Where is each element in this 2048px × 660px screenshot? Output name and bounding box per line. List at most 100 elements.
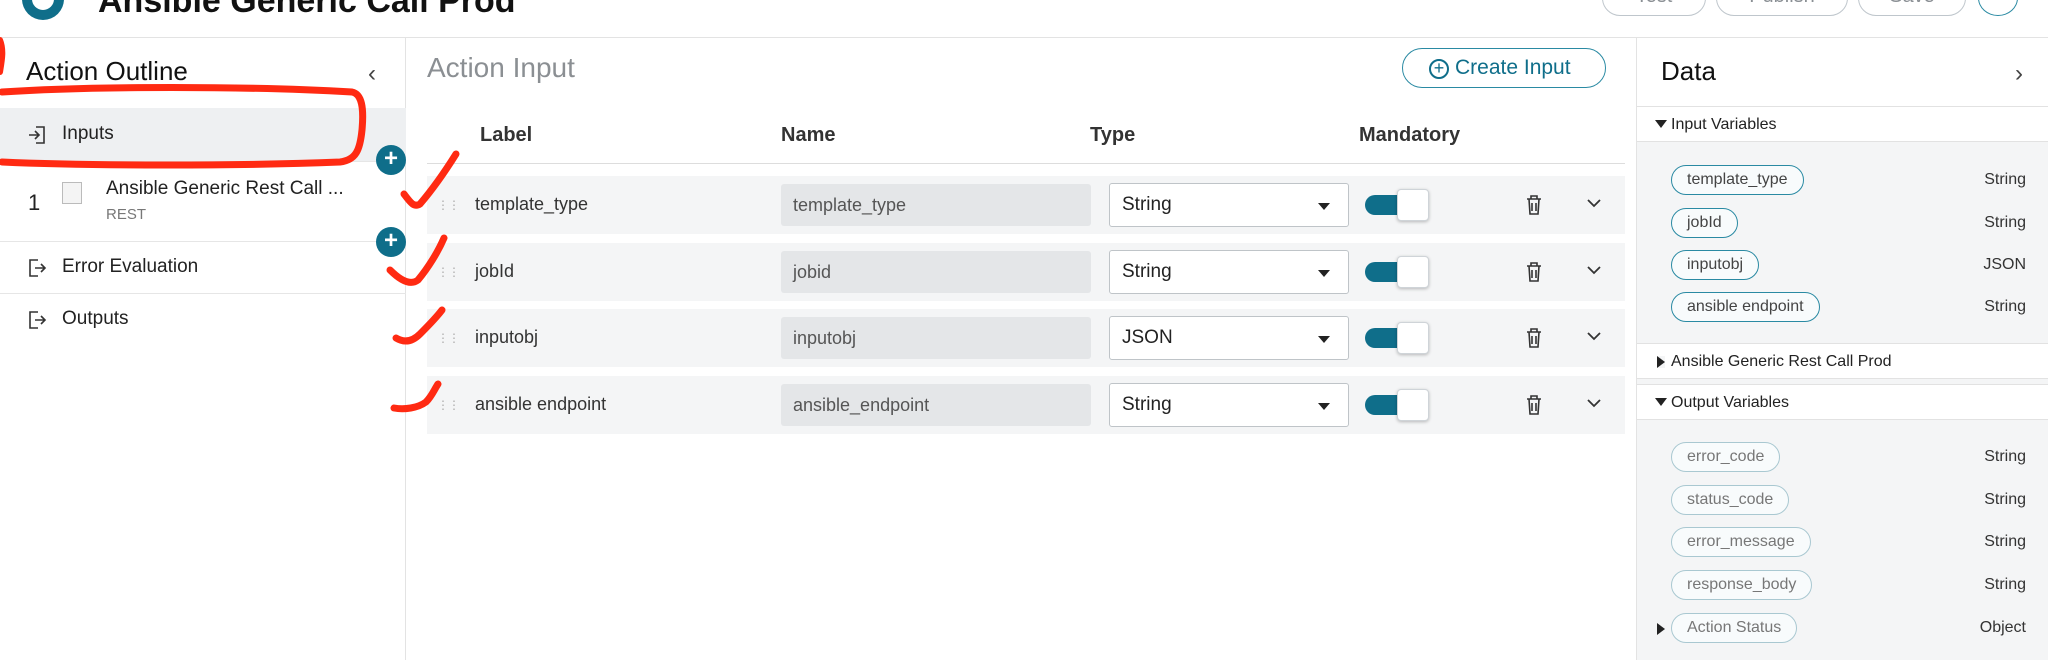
collapse-left-icon[interactable]: ‹: [368, 60, 376, 88]
data-panel-header: Data ›: [1637, 38, 2048, 106]
step-variables-section[interactable]: Ansible Generic Rest Call Prod: [1637, 343, 2048, 379]
row-label: ansible endpoint: [475, 394, 607, 414]
column-header-label: Label: [480, 124, 533, 146]
caret-down-icon: [1318, 203, 1330, 210]
outline-item-error-evaluation[interactable]: Error Evaluation: [0, 242, 406, 294]
variable-chip[interactable]: jobId: [1671, 208, 1738, 238]
caret-right-icon: [1657, 356, 1665, 368]
type-select[interactable]: String: [1109, 383, 1349, 427]
table-row: ⋮⋮ inputobj inputobj JSON: [427, 309, 1625, 367]
caret-down-icon: [1318, 270, 1330, 277]
add-step-button[interactable]: +: [376, 145, 406, 175]
table-row: ⋮⋮ template_type template_type String: [427, 176, 1625, 234]
drag-handle-icon[interactable]: ⋮⋮: [437, 265, 460, 279]
user-avatar[interactable]: [1978, 0, 2018, 16]
type-select[interactable]: String: [1109, 183, 1349, 227]
step-number: 1: [28, 190, 41, 215]
caret-down-icon: [1655, 398, 1667, 406]
create-input-button[interactable]: + Create Input: [1402, 48, 1606, 88]
chevron-down-icon[interactable]: [1587, 398, 1601, 408]
step-image-icon: [62, 182, 82, 204]
table-row: ⋮⋮ ansible endpoint ansible_endpoint Str…: [427, 376, 1625, 434]
section-label: Ansible Generic Rest Call Prod: [1671, 353, 1892, 370]
page-title: Ansible Generic Call Prod: [98, 0, 516, 20]
step-name: Ansible Generic Rest Call ...: [106, 178, 344, 199]
variable-chip[interactable]: template_type: [1671, 165, 1804, 195]
variable-type: String: [1984, 214, 2026, 231]
panel-title: Action Outline: [26, 56, 188, 86]
section-label: Output Variables: [1671, 394, 1789, 411]
variable-chip[interactable]: Action Status: [1671, 613, 1798, 643]
chevron-down-icon[interactable]: [1587, 198, 1601, 208]
create-input-label: Create Input: [1455, 56, 1571, 79]
outline-item-label: Error Evaluation: [62, 256, 199, 277]
outline-item-inputs[interactable]: Inputs: [0, 108, 406, 162]
chevron-down-icon[interactable]: [1587, 331, 1601, 341]
input-variables-section[interactable]: Input Variables: [1637, 106, 2048, 142]
type-select[interactable]: JSON: [1109, 316, 1349, 360]
caret-down-icon: [1655, 120, 1667, 128]
outline-item-step[interactable]: 1 Ansible Generic Rest Call ... REST: [0, 162, 406, 242]
logout-icon: [29, 259, 47, 277]
publish-button[interactable]: Publish: [1716, 0, 1848, 16]
collapse-right-icon[interactable]: ›: [2015, 60, 2023, 88]
trash-icon[interactable]: [1525, 261, 1543, 283]
mandatory-toggle[interactable]: [1365, 189, 1429, 221]
mandatory-toggle[interactable]: [1365, 389, 1429, 421]
type-value: String: [1122, 261, 1172, 282]
drag-handle-icon[interactable]: ⋮⋮: [437, 398, 460, 412]
caret-down-icon: [1318, 336, 1330, 343]
variable-type: String: [1984, 491, 2026, 508]
type-value: JSON: [1122, 327, 1173, 348]
data-panel: Data › Input Variables template_type Str…: [1636, 38, 2048, 660]
variable-chip[interactable]: inputobj: [1671, 250, 1760, 280]
add-step-button[interactable]: +: [376, 227, 406, 257]
mandatory-toggle[interactable]: [1365, 322, 1429, 354]
column-header-name: Name: [781, 124, 836, 146]
trash-icon[interactable]: [1525, 327, 1543, 349]
chevron-down-icon[interactable]: [1587, 265, 1601, 275]
variable-chip[interactable]: response_body: [1671, 570, 1813, 600]
section-label: Input Variables: [1671, 116, 1777, 133]
row-label: inputobj: [475, 327, 539, 347]
login-icon: [29, 126, 45, 144]
action-outline-panel: Action Outline ‹ Inputs 1 Ansible Generi…: [0, 38, 406, 660]
logout-icon: [29, 311, 47, 329]
type-select[interactable]: String: [1109, 250, 1349, 294]
top-bar: Ansible Generic Call Prod Test Publish S…: [0, 0, 2048, 38]
table-row: ⋮⋮ jobId jobid String: [427, 243, 1625, 301]
row-label: template_type: [475, 194, 589, 214]
trash-icon[interactable]: [1525, 194, 1543, 216]
plus-circle-icon: +: [1429, 59, 1449, 79]
outline-item-outputs[interactable]: Outputs: [0, 294, 406, 346]
variable-type: String: [1984, 171, 2026, 188]
section-title: Action Input: [427, 52, 575, 83]
variable-type: String: [1984, 448, 2026, 465]
variable-chip[interactable]: ansible endpoint: [1671, 292, 1820, 322]
variable-type: String: [1984, 298, 2026, 315]
name-field[interactable]: jobid: [781, 251, 1091, 293]
name-field[interactable]: inputobj: [781, 317, 1091, 359]
row-label: jobId: [475, 261, 515, 281]
variable-chip[interactable]: error_code: [1671, 442, 1781, 472]
output-variables-section[interactable]: Output Variables: [1637, 384, 2048, 420]
drag-handle-icon[interactable]: ⋮⋮: [437, 198, 460, 212]
mandatory-toggle[interactable]: [1365, 256, 1429, 288]
name-field[interactable]: template_type: [781, 184, 1091, 226]
test-button[interactable]: Test: [1602, 0, 1706, 16]
type-value: String: [1122, 394, 1172, 415]
variable-chip[interactable]: status_code: [1671, 485, 1790, 515]
caret-right-icon[interactable]: [1657, 623, 1665, 635]
variable-chip[interactable]: error_message: [1671, 527, 1811, 557]
variable-type: String: [1984, 533, 2026, 550]
name-field[interactable]: ansible_endpoint: [781, 384, 1091, 426]
panel-title: Data: [1661, 56, 1716, 86]
outline-item-label: Inputs: [62, 123, 114, 144]
drag-handle-icon[interactable]: ⋮⋮: [437, 331, 460, 345]
step-type: REST: [106, 206, 147, 223]
variable-type: String: [1984, 576, 2026, 593]
save-button[interactable]: Save: [1858, 0, 1966, 16]
type-value: String: [1122, 194, 1172, 215]
trash-icon[interactable]: [1525, 394, 1543, 416]
column-header-mandatory: Mandatory: [1359, 124, 1461, 146]
